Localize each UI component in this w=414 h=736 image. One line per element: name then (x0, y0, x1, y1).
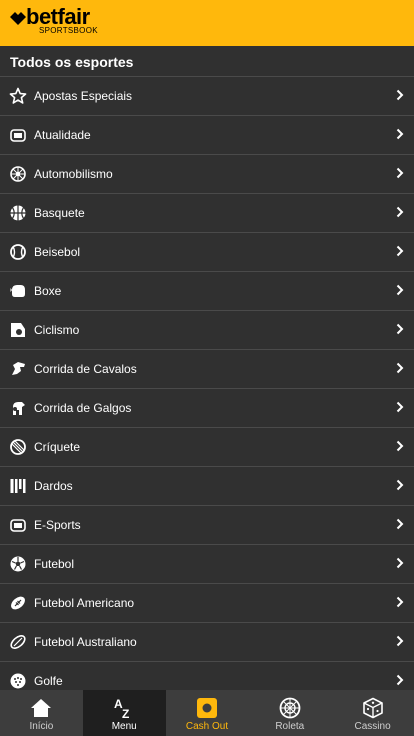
sport-label: Futebol Australiano (34, 635, 137, 649)
sport-label: Atualidade (34, 128, 91, 142)
chevron-right-icon (396, 245, 404, 257)
brand-subtitle: SPORTSBOOK (39, 26, 98, 35)
roulette-icon (279, 695, 301, 721)
sport-label: Apostas Especiais (34, 89, 133, 103)
golf-ball-icon (9, 672, 27, 690)
basketball-icon (9, 204, 27, 222)
nav-label: Início (29, 721, 54, 732)
sport-label: Basquete (34, 206, 85, 220)
sport-item-automobilismo[interactable]: Automobilismo (0, 154, 414, 193)
horse-icon (9, 360, 27, 378)
sport-item-corrida-de-cavalos[interactable]: Corrida de Cavalos (0, 349, 414, 388)
nav-item-menu[interactable]: AZ Menu (82, 690, 166, 736)
chevron-right-icon (396, 206, 404, 218)
chevron-right-icon (396, 596, 404, 608)
sport-label: Corrida de Galgos (34, 401, 132, 415)
svg-text:Z: Z (122, 707, 129, 719)
sport-item-ciclismo[interactable]: Ciclismo (0, 310, 414, 349)
sport-item-beisebol[interactable]: Beisebol (0, 232, 414, 271)
chevron-right-icon (396, 557, 404, 569)
sport-item-atualidade[interactable]: Atualidade (0, 115, 414, 154)
star-icon (9, 87, 27, 105)
sport-item-futebol[interactable]: Futebol (0, 544, 414, 583)
aussie-rules-icon (9, 633, 27, 651)
soccer-ball-icon (9, 555, 27, 573)
sport-label: Críquete (34, 440, 81, 454)
chevron-right-icon (396, 440, 404, 452)
nav-item-cassino[interactable]: Cassino (331, 690, 414, 736)
american-football-icon (9, 594, 27, 612)
chevron-right-icon (396, 284, 404, 296)
sport-item-futebol-australiano[interactable]: Futebol Australiano (0, 622, 414, 661)
nav-item-inicio[interactable]: Início (0, 690, 83, 736)
nav-item-roleta[interactable]: Roleta (248, 690, 331, 736)
betfair-logo[interactable]: betfair SPORTSBOOK (10, 4, 120, 40)
az-menu-icon: AZ (113, 695, 135, 721)
chevron-right-icon (396, 362, 404, 374)
sport-label: Boxe (34, 284, 62, 298)
sport-item-e-sports[interactable]: E-Sports (0, 505, 414, 544)
sport-item-boxe[interactable]: Boxe (0, 271, 414, 310)
cash-out-icon (196, 695, 218, 721)
sport-item-apostas-especiais[interactable]: Apostas Especiais (0, 76, 414, 115)
sport-label: Futebol Americano (34, 596, 135, 610)
nav-label: Menu (111, 721, 137, 732)
nav-label: Roleta (275, 721, 305, 732)
sport-label: E-Sports (34, 518, 81, 532)
bottom-nav: Início AZ Menu Cash Out Roleta Cassino (0, 690, 414, 736)
sport-label: Automobilismo (34, 167, 113, 181)
podium-icon (9, 126, 27, 144)
sport-item-basquete[interactable]: Basquete (0, 193, 414, 232)
wheel-icon (9, 165, 27, 183)
sport-item-corrida-de-galgos[interactable]: Corrida de Galgos (0, 388, 414, 427)
nav-label: Cash Out (185, 721, 229, 732)
sport-label: Ciclismo (34, 323, 80, 337)
sports-list: Apostas Especiais Atualidade Automobilis… (0, 76, 414, 700)
sport-label: Beisebol (34, 245, 81, 259)
dice-icon (362, 695, 384, 721)
nav-item-cash-out[interactable]: Cash Out (166, 690, 249, 736)
gamepad-icon (9, 516, 27, 534)
header-bar: betfair SPORTSBOOK (0, 0, 414, 46)
sport-item-criquete[interactable]: Críquete (0, 427, 414, 466)
chevron-right-icon (396, 518, 404, 530)
sport-label: Dardos (34, 479, 73, 493)
home-icon (30, 695, 52, 721)
sport-label: Futebol (34, 557, 75, 571)
sport-label: Corrida de Cavalos (34, 362, 137, 376)
chevron-right-icon (396, 323, 404, 335)
betfair-diamond-icon (10, 12, 26, 25)
chevron-right-icon (396, 89, 404, 101)
greyhound-icon (9, 399, 27, 417)
cricket-icon (9, 438, 27, 456)
darts-icon (9, 477, 27, 495)
cycling-icon (9, 321, 27, 339)
chevron-right-icon (396, 674, 404, 686)
chevron-right-icon (396, 401, 404, 413)
chevron-right-icon (396, 167, 404, 179)
chevron-right-icon (396, 479, 404, 491)
section-title: Todos os esportes (10, 54, 134, 70)
nav-label: Cassino (354, 721, 391, 732)
chevron-right-icon (396, 128, 404, 140)
sport-item-dardos[interactable]: Dardos (0, 466, 414, 505)
sport-item-futebol-americano[interactable]: Futebol Americano (0, 583, 414, 622)
baseball-icon (9, 243, 27, 261)
boxing-glove-icon (9, 282, 27, 300)
chevron-right-icon (396, 635, 404, 647)
sport-label: Golfe (34, 674, 63, 688)
